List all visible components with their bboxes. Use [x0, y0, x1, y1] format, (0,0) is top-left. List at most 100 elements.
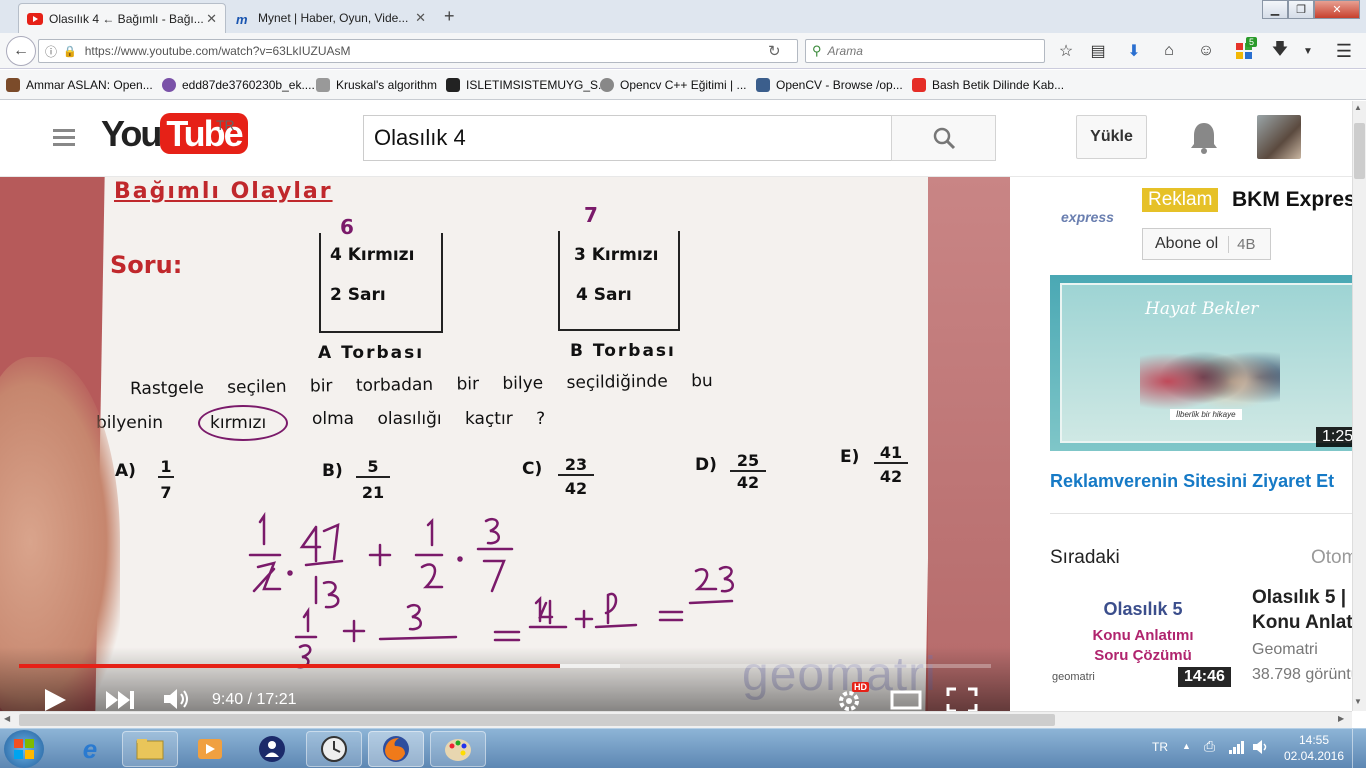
option-a-den: 7	[160, 483, 172, 502]
taskbar-user-app[interactable]	[244, 731, 300, 767]
bookmark-item[interactable]: Kruskal's algorithm	[316, 76, 437, 94]
home-icon[interactable]: ⌂	[1159, 41, 1179, 61]
search-icon	[933, 127, 955, 150]
board-heading: Bağımlı Olaylar	[114, 179, 333, 204]
youtube-favicon-icon	[27, 12, 43, 25]
subscribe-button[interactable]: Abone ol 4B	[1142, 228, 1271, 260]
url-bar[interactable]: ⓘ 🔒 https://www.youtube.com/watch?v=63Lk…	[38, 39, 798, 63]
question-line2-b: olma olasılığı kaçtır ?	[312, 409, 546, 429]
play-icon[interactable]	[42, 687, 70, 711]
taskbar-explorer[interactable]	[122, 731, 178, 767]
time-display: 9:40 / 17:21	[212, 691, 297, 708]
scroll-right-icon[interactable]: ▶	[1338, 714, 1344, 723]
taskbar-internet-explorer[interactable]: e	[62, 731, 118, 767]
option-e-letter: E)	[840, 447, 860, 467]
bookmark-star-icon[interactable]: ☆	[1056, 41, 1076, 61]
close-tab-icon[interactable]: ✕	[415, 10, 426, 26]
bookmark-item[interactable]: OpenCV - Browse /op...	[756, 76, 903, 94]
chat-icon[interactable]: ☺	[1196, 41, 1216, 61]
next-video-thumbnail[interactable]: Olasılık 5 Konu Anlatımı Soru Çözümü geo…	[1050, 587, 1236, 691]
new-tab-button[interactable]: +	[444, 6, 455, 27]
taskbar-paint[interactable]	[430, 731, 486, 767]
next-video-title-line2[interactable]: Konu Anlatımı	[1252, 612, 1352, 634]
taskbar-media-player[interactable]	[182, 731, 238, 767]
scroll-left-icon[interactable]: ◀	[4, 714, 10, 723]
ad-cast-image	[1140, 331, 1280, 415]
windows-logo-icon	[14, 739, 34, 759]
back-arrow-icon: ←	[13, 42, 29, 59]
next-video-channel[interactable]: Geomatri	[1252, 641, 1318, 659]
chevron-down-icon[interactable]: ▼	[1298, 41, 1318, 61]
advertiser-logo[interactable]: express	[1061, 209, 1114, 225]
scroll-up-icon[interactable]: ▲	[1354, 103, 1362, 112]
clock-date[interactable]: 02.04.2016	[1282, 749, 1346, 763]
lock-icon: 🔒	[63, 45, 77, 58]
download-arrow-icon[interactable]: 🡇	[1270, 41, 1290, 61]
progress-bar[interactable]	[19, 664, 991, 668]
reading-list-icon[interactable]: ▤	[1088, 41, 1108, 61]
bookmarks-toolbar: Ammar ASLAN: Open... edd87de3760230b_ek.…	[0, 70, 1366, 100]
taskbar-clock-app[interactable]	[306, 731, 362, 767]
search-bar[interactable]: ⚲ Arama	[805, 39, 1045, 63]
tab-youtube[interactable]: Olasılık 4 ← Bağımlı - Bağı... ✕	[18, 3, 226, 33]
menu-icon[interactable]: ☰	[1334, 41, 1354, 61]
fullscreen-icon[interactable]	[946, 687, 978, 711]
vertical-scrollbar[interactable]: ▲ ▼	[1352, 101, 1366, 711]
video-player[interactable]: Bağımlı Olaylar Soru: 6 4 Kırmızı 2 Sarı…	[0, 177, 1010, 711]
bookmark-favicon-icon	[446, 78, 460, 92]
upload-button[interactable]: Yükle	[1076, 115, 1147, 159]
avatar[interactable]	[1257, 115, 1301, 159]
notifications-bell-icon[interactable]	[1188, 120, 1220, 156]
horizontal-scroll-thumb[interactable]	[19, 714, 1055, 726]
bookmark-item[interactable]: edd87de3760230b_ek....	[162, 76, 315, 94]
bookmark-item[interactable]: Ammar ASLAN: Open...	[6, 76, 153, 94]
start-button[interactable]	[4, 730, 44, 768]
usb-icon[interactable]: ⎙	[1204, 738, 1215, 755]
vertical-scroll-thumb[interactable]	[1354, 123, 1365, 179]
video-background	[928, 177, 1010, 711]
reload-icon[interactable]: ↻	[768, 42, 788, 60]
region-code: TR	[216, 117, 235, 133]
ad-video-thumbnail[interactable]: Hayat Bekler İlberlik bir hikaye 1:25	[1050, 275, 1352, 451]
clock-time[interactable]: 14:55	[1282, 733, 1346, 747]
close-tab-icon[interactable]: ✕	[206, 11, 217, 27]
maximize-button[interactable]: ❐	[1288, 0, 1314, 19]
bookmark-item[interactable]: Bash Betik Dilinde Kab...	[912, 76, 1064, 94]
bookmark-item[interactable]: ISLETIMSISTEMUYG_S...	[446, 76, 608, 94]
info-icon[interactable]: ⓘ	[45, 43, 57, 60]
search-placeholder: Arama	[827, 44, 863, 58]
guide-menu-icon[interactable]	[53, 125, 75, 150]
close-window-button[interactable]: ✕	[1314, 0, 1360, 19]
next-video-title-line1[interactable]: Olasılık 5 |	[1252, 587, 1346, 609]
bookmark-item[interactable]: Opencv C++ Eğitimi | ...	[600, 76, 747, 94]
bag-b-name: B Torbası	[570, 341, 676, 361]
bookmark-favicon-icon	[162, 78, 176, 92]
next-icon[interactable]	[104, 689, 136, 711]
thumb-logo: geomatri	[1052, 671, 1095, 683]
show-desktop-button[interactable]	[1352, 729, 1366, 769]
search-engine-icon[interactable]: ⚲	[812, 43, 822, 59]
speaker-icon[interactable]	[1252, 739, 1270, 755]
youtube-search-input[interactable]: Olasılık 4	[363, 115, 892, 161]
horizontal-scrollbar[interactable]: ◀ ▶	[0, 711, 1352, 728]
scroll-down-icon[interactable]: ▼	[1354, 697, 1362, 706]
option-c-num: 23	[558, 455, 594, 476]
option-b-num: 5	[356, 457, 390, 478]
language-indicator[interactable]: TR	[1152, 740, 1168, 754]
volume-icon[interactable]	[162, 686, 192, 711]
url-text[interactable]: https://www.youtube.com/watch?v=63LkIUZU…	[85, 44, 351, 58]
back-button[interactable]: ←	[6, 36, 36, 66]
taskbar-firefox[interactable]	[368, 731, 424, 767]
youtube-search-button[interactable]	[891, 115, 996, 161]
next-video-views: 38.798 görüntüleme	[1252, 666, 1352, 683]
network-signal-icon[interactable]	[1228, 739, 1246, 755]
download-icon[interactable]: ⬇	[1124, 41, 1144, 61]
advertiser-name[interactable]: BKM Express	[1232, 188, 1352, 212]
minimize-button[interactable]: ▁	[1262, 0, 1288, 19]
played-fill	[19, 664, 560, 668]
tab-mynet[interactable]: m Mynet | Haber, Oyun, Vide... ✕	[228, 3, 434, 33]
visit-advertiser-link[interactable]: Reklamverenin Sitesini Ziyaret Et	[1050, 471, 1334, 492]
show-hidden-icons-icon[interactable]: ▲	[1182, 741, 1191, 751]
theater-mode-icon[interactable]	[890, 689, 922, 711]
bookmark-label: Kruskal's algorithm	[336, 78, 437, 92]
